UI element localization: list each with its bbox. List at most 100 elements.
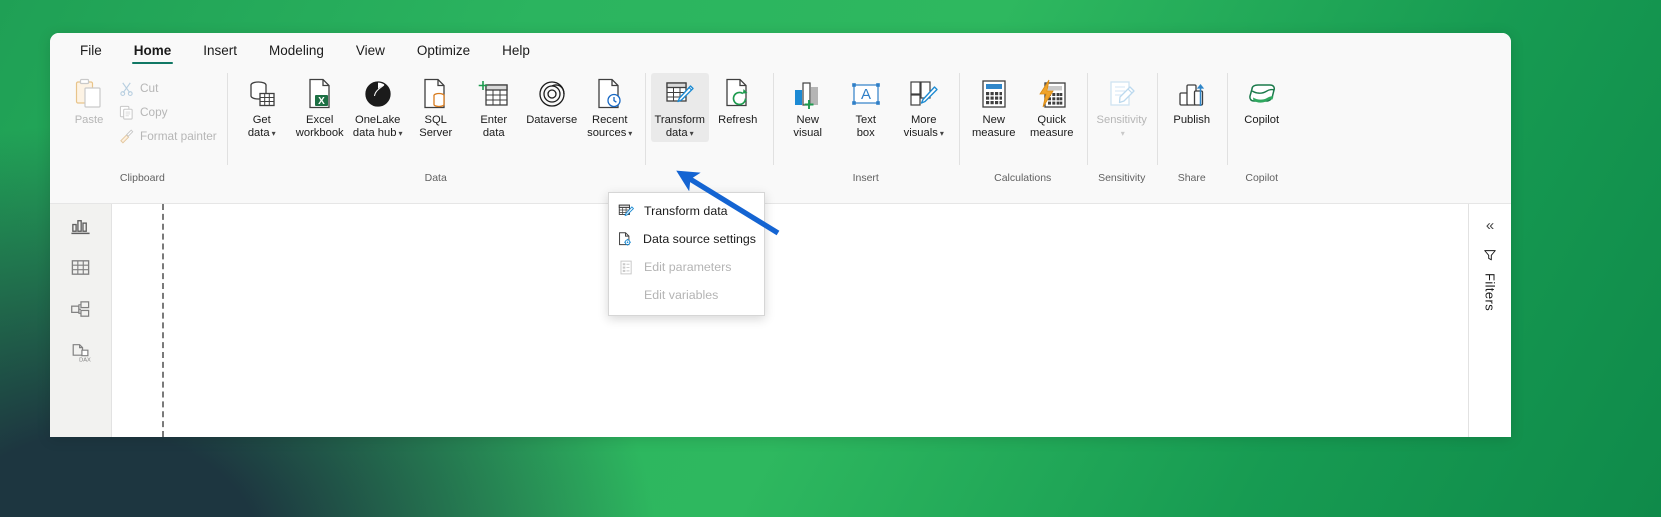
sensitivity-icon bbox=[1105, 77, 1139, 111]
svg-text:A: A bbox=[861, 86, 871, 103]
ribbon-button-more-visuals[interactable]: Morevisuals▾ bbox=[895, 73, 953, 142]
ribbon-tab-label: Insert bbox=[203, 43, 237, 58]
ribbon-group-label: Clipboard bbox=[64, 169, 221, 187]
ribbon-tab-bar: FileHome Insert Modeling View Optimize Help bbox=[50, 33, 1511, 67]
filters-pane[interactable]: « Filters bbox=[1468, 204, 1511, 437]
ribbon-button-label: Transformdata▾ bbox=[654, 114, 705, 140]
recent-sources-icon bbox=[593, 77, 627, 111]
ribbon-tab-label: Help bbox=[502, 43, 530, 58]
model-view-icon bbox=[70, 299, 91, 325]
ribbon-tab-home[interactable]: Home bbox=[118, 33, 188, 67]
ribbon-group-clipboard: Paste Cut Copy Format painterClipboard bbox=[58, 67, 227, 187]
ribbon-tab-insert[interactable]: Insert bbox=[187, 33, 253, 67]
ribbon-group-label: Insert bbox=[779, 169, 953, 187]
ribbon-button-new-measure[interactable]: Newmeasure bbox=[965, 73, 1023, 142]
ribbon-group-body: Transformdata▾ Refresh bbox=[651, 67, 767, 169]
cut-icon bbox=[118, 80, 134, 96]
ribbon-button-sensitivity: Sensitivity▾ bbox=[1093, 73, 1151, 142]
svg-text:X: X bbox=[318, 96, 325, 107]
filters-pane-label: Filters bbox=[1483, 273, 1498, 311]
report-view-icon bbox=[70, 215, 91, 241]
expand-filters-icon[interactable]: « bbox=[1486, 214, 1494, 236]
ribbon-group-data: Getdata▾ X Excelworkbook OneLakedata hub… bbox=[227, 67, 645, 187]
clipboard-format-painter-button: Format painter bbox=[114, 127, 221, 145]
ribbon-group-copilot: CopilotCopilot bbox=[1227, 67, 1297, 187]
menu-item-transform-data[interactable]: Transform data bbox=[609, 197, 764, 225]
menu-item-label: Edit variables bbox=[644, 288, 718, 302]
ribbon-button-onelake-data-hub[interactable]: OneLakedata hub▾ bbox=[349, 73, 407, 142]
ribbon-button-recent-sources[interactable]: Recentsources▾ bbox=[581, 73, 639, 142]
ribbon-button-label: Excelworkbook bbox=[296, 114, 344, 140]
ribbon-group-calculations: Newmeasure QuickmeasureCalculations bbox=[959, 67, 1087, 187]
menu-item-label: Transform data bbox=[644, 204, 728, 218]
chevron-down-icon: ▾ bbox=[940, 129, 944, 138]
ribbon-tab-modeling[interactable]: Modeling bbox=[253, 33, 340, 67]
menu-item-edit-variables: Edit variables bbox=[609, 281, 764, 309]
report-canvas[interactable] bbox=[112, 204, 1468, 437]
ribbon-button-get-data[interactable]: Getdata▾ bbox=[233, 73, 291, 142]
ribbon-button-publish[interactable]: Publish bbox=[1163, 73, 1221, 129]
ribbon-group-sensitivity: Sensitivity▾Sensitivity bbox=[1087, 67, 1157, 187]
format-painter-icon bbox=[118, 128, 134, 144]
clipboard-command-label: Cut bbox=[140, 81, 158, 95]
data-source-settings-icon bbox=[617, 230, 634, 248]
sql-server-icon bbox=[419, 77, 453, 111]
chevron-down-icon: ▾ bbox=[690, 129, 694, 138]
rail-dax-query-view[interactable]: DAX bbox=[64, 340, 98, 368]
ribbon-button-label: SQLServer bbox=[419, 114, 452, 140]
ribbon-tab-file[interactable]: File bbox=[64, 33, 118, 67]
excel-workbook-icon: X bbox=[303, 77, 337, 111]
clipboard-command-label: Format painter bbox=[140, 129, 217, 143]
ribbon-button-new-visual[interactable]: Newvisual bbox=[779, 73, 837, 142]
ribbon-button-label: Refresh bbox=[718, 114, 757, 127]
ribbon-group-body: Publish bbox=[1163, 67, 1221, 169]
ribbon-button-transform-data[interactable]: Transformdata▾ bbox=[651, 73, 709, 142]
get-data-icon bbox=[245, 77, 279, 111]
ribbon-button-paste: Paste bbox=[64, 73, 114, 129]
ribbon: Paste Cut Copy Format painterClipboard G… bbox=[50, 67, 1511, 204]
ribbon-group-queries: Transformdata▾ Refresh bbox=[645, 67, 773, 187]
ribbon-tab-help[interactable]: Help bbox=[486, 33, 546, 67]
ribbon-group-insert: Newvisual A Textbox Morevisuals▾ Insert bbox=[773, 67, 959, 187]
clipboard-minor-commands: Cut Copy Format painter bbox=[114, 73, 221, 145]
ribbon-button-refresh[interactable]: Refresh bbox=[709, 73, 767, 129]
ribbon-tab-optimize[interactable]: Optimize bbox=[401, 33, 486, 67]
ribbon-button-label: Paste bbox=[75, 114, 104, 127]
ribbon-button-enter-data[interactable]: Enterdata bbox=[465, 73, 523, 142]
ribbon-button-label: Publish bbox=[1173, 114, 1210, 127]
ribbon-button-label: Recentsources▾ bbox=[587, 114, 632, 140]
ribbon-button-quick-measure[interactable]: Quickmeasure bbox=[1023, 73, 1081, 142]
ribbon-group-body: Paste Cut Copy Format painter bbox=[64, 67, 221, 169]
ribbon-button-label: Morevisuals▾ bbox=[904, 114, 944, 140]
paste-icon bbox=[72, 77, 106, 111]
rail-table-view[interactable] bbox=[64, 256, 98, 284]
rail-model-view[interactable] bbox=[64, 298, 98, 326]
ribbon-button-label: Sensitivity▾ bbox=[1097, 114, 1147, 140]
new-visual-icon bbox=[791, 77, 825, 111]
menu-item-edit-parameters: Edit parameters bbox=[609, 253, 764, 281]
rail-report-view[interactable] bbox=[64, 214, 98, 242]
ribbon-button-label: Newmeasure bbox=[972, 114, 1016, 140]
view-switcher-rail: DAX bbox=[50, 204, 112, 437]
clipboard-cut-button: Cut bbox=[114, 79, 221, 97]
ribbon-button-excel-workbook[interactable]: X Excelworkbook bbox=[291, 73, 349, 142]
ribbon-button-label: Dataverse bbox=[526, 114, 577, 127]
menu-item-data-source-settings[interactable]: Data source settings bbox=[609, 225, 764, 253]
ribbon-tab-label: Optimize bbox=[417, 43, 470, 58]
onelake-data-hub-icon bbox=[361, 77, 395, 111]
new-measure-icon bbox=[977, 77, 1011, 111]
ribbon-button-sql-server[interactable]: SQLServer bbox=[407, 73, 465, 142]
ribbon-button-dataverse[interactable]: Dataverse bbox=[523, 73, 581, 129]
ribbon-tab-label: View bbox=[356, 43, 385, 58]
menu-item-label: Data source settings bbox=[643, 232, 756, 246]
ribbon-group-body: Getdata▾ X Excelworkbook OneLakedata hub… bbox=[233, 67, 639, 169]
ribbon-button-copilot[interactable]: Copilot bbox=[1233, 73, 1291, 129]
chevron-down-icon: ▾ bbox=[398, 129, 402, 138]
ribbon-group-body: Sensitivity▾ bbox=[1093, 67, 1151, 169]
ribbon-tab-view[interactable]: View bbox=[340, 33, 401, 67]
publish-icon bbox=[1175, 77, 1209, 111]
ribbon-button-text-box[interactable]: A Textbox bbox=[837, 73, 895, 142]
transform-data-dropdown-menu[interactable]: Transform data Data source settings Edit… bbox=[608, 192, 765, 316]
more-visuals-icon bbox=[907, 77, 941, 111]
refresh-icon bbox=[721, 77, 755, 111]
